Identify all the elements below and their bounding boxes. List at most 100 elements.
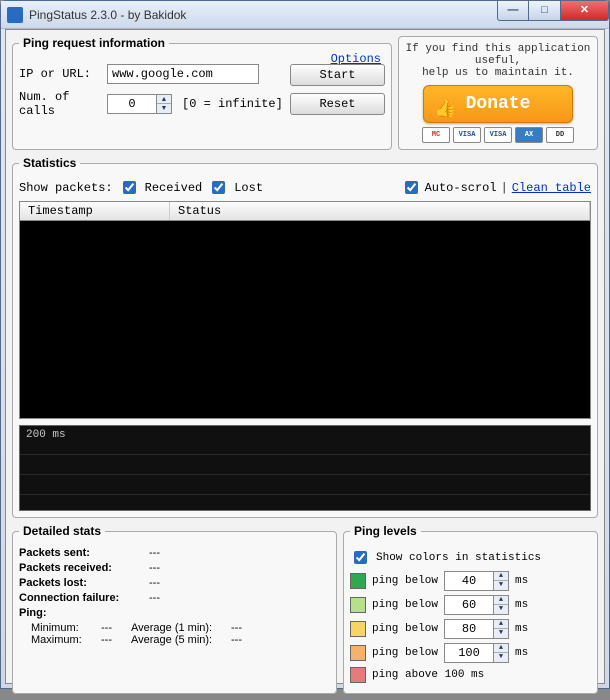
level-swatch [350,667,366,683]
payment-cards: MC VISA VISA AX DD [405,127,591,143]
show-colors-checkbox[interactable] [354,551,367,564]
spin-down-icon[interactable]: ▼ [494,605,508,614]
recv-label: Packets received: [19,562,149,574]
clear-table-link[interactable]: Clean table [512,181,591,195]
statistics-legend: Statistics [19,156,80,170]
results-table: Timestamp Status [19,201,591,419]
donate-text1: If you find this application useful, [405,43,591,67]
minimize-button[interactable]: — [497,1,529,21]
ms-label: ms [515,623,528,635]
spinner-buttons: ▲▼ [494,595,509,615]
numcalls-hint: [0 = infinite] [182,97,283,111]
visa-icon: VISA [453,127,481,143]
avg1-label: Average (1 min): [131,622,231,634]
level-row: ping below▲▼ms [350,643,591,663]
start-button[interactable]: Start [290,64,385,86]
level-input[interactable] [444,571,494,591]
spin-down-icon[interactable]: ▼ [157,104,171,113]
separator: | [501,181,508,195]
close-button[interactable]: ✕ [561,1,609,21]
max-label: Maximum: [31,634,101,646]
level-row: ping below ▲▼ ms [350,571,591,591]
spinner-buttons: ▲▼ [494,619,509,639]
reset-col: Reset [290,91,385,115]
min-value: --- [101,622,131,634]
recv-value: --- [149,562,179,574]
grid-line [20,474,590,475]
ip-label: IP or URL: [19,67,101,81]
autoscroll-checkbox[interactable] [405,181,418,194]
spin-up-icon[interactable]: ▲ [494,644,508,653]
level-below-label: ping below [372,575,438,587]
received-checkbox[interactable] [123,181,136,194]
level-below-label: ping below [372,647,438,659]
avg1-value: --- [231,622,261,634]
spin-down-icon[interactable]: ▼ [494,581,508,590]
fail-value: --- [149,592,179,604]
max-value: --- [101,634,131,646]
ping-request-group: Ping request information Options IP or U… [12,36,392,150]
level-spinner: ▲▼ [444,619,509,639]
ping-levels-group: Ping levels Show colors in statistics pi… [343,524,598,694]
avg5-value: --- [231,634,261,646]
col-timestamp[interactable]: Timestamp [20,202,170,220]
level-spinner: ▲▼ [444,571,509,591]
spin-up-icon[interactable]: ▲ [494,572,508,581]
autoscroll-label: Auto-scrol [425,181,497,195]
ping-request-legend: Ping request information [19,36,169,50]
min-label: Minimum: [31,622,101,634]
client-area: Ping request information Options IP or U… [5,29,605,684]
directdebit-icon: DD [546,127,574,143]
ping-label: Ping: [19,607,149,619]
table-body[interactable] [20,221,590,417]
fail-label: Connection failure: [19,592,149,604]
numcalls-input[interactable] [107,94,157,114]
level-input[interactable] [444,619,494,639]
spin-down-icon[interactable]: ▼ [494,653,508,662]
level-below-label: ping below [372,599,438,611]
spin-up-icon[interactable]: ▲ [494,620,508,629]
donate-group: If you find this application useful, hel… [398,36,598,150]
level-spinner: ▲▼ [444,595,509,615]
window-title: PingStatus 2.3.0 - by Bakidok [29,8,186,22]
bottom-row: Detailed stats Packets sent:--- Packets … [12,524,598,700]
lost-label: Lost [234,181,263,195]
detailed-stats-group: Detailed stats Packets sent:--- Packets … [12,524,337,694]
ms-label: ms [515,575,528,587]
level-spinner: ▲▼ [444,643,509,663]
donate-button[interactable]: Donate [423,85,573,123]
show-colors-label: Show colors in statistics [376,552,541,564]
spin-up-icon[interactable]: ▲ [157,95,171,104]
show-packets-label: Show packets: [19,181,113,195]
graph-scale-label: 200 ms [26,429,66,441]
col-status[interactable]: Status [170,202,590,220]
level-input[interactable] [444,643,494,663]
top-row: Ping request information Options IP or U… [12,36,598,156]
visa2-icon: VISA [484,127,512,143]
donate-text2: help us to maintain it. [405,67,591,79]
app-window: PingStatus 2.3.0 - by Bakidok — □ ✕ Ping… [0,0,610,689]
level-below-label: ping below [372,623,438,635]
statistics-group: Statistics Show packets: Received Lost A… [12,156,598,518]
level-swatch [350,645,366,661]
numcalls-row: Num. of calls ▲ ▼ [0 = infinite] Reset [19,90,385,118]
lost-checkbox[interactable] [212,181,225,194]
stats-right-links: Auto-scrol | Clean table [401,178,591,197]
options-link[interactable]: Options [331,52,381,66]
sent-label: Packets sent: [19,547,149,559]
app-icon [7,7,23,23]
level-input[interactable] [444,595,494,615]
spin-down-icon[interactable]: ▼ [494,629,508,638]
spinner-buttons: ▲▼ [494,571,509,591]
level-row: ping above 100 ms [350,667,591,683]
level-swatch [350,597,366,613]
lost-label: Packets lost: [19,577,149,589]
mastercard-icon: MC [422,127,450,143]
level-row: ping below▲▼ms [350,595,591,615]
ip-input[interactable] [107,64,259,84]
latency-graph: 200 ms [19,425,591,511]
titlebar[interactable]: PingStatus 2.3.0 - by Bakidok — □ ✕ [1,1,609,29]
maximize-button[interactable]: □ [529,1,561,21]
spin-up-icon[interactable]: ▲ [494,596,508,605]
reset-button[interactable]: Reset [290,93,385,115]
